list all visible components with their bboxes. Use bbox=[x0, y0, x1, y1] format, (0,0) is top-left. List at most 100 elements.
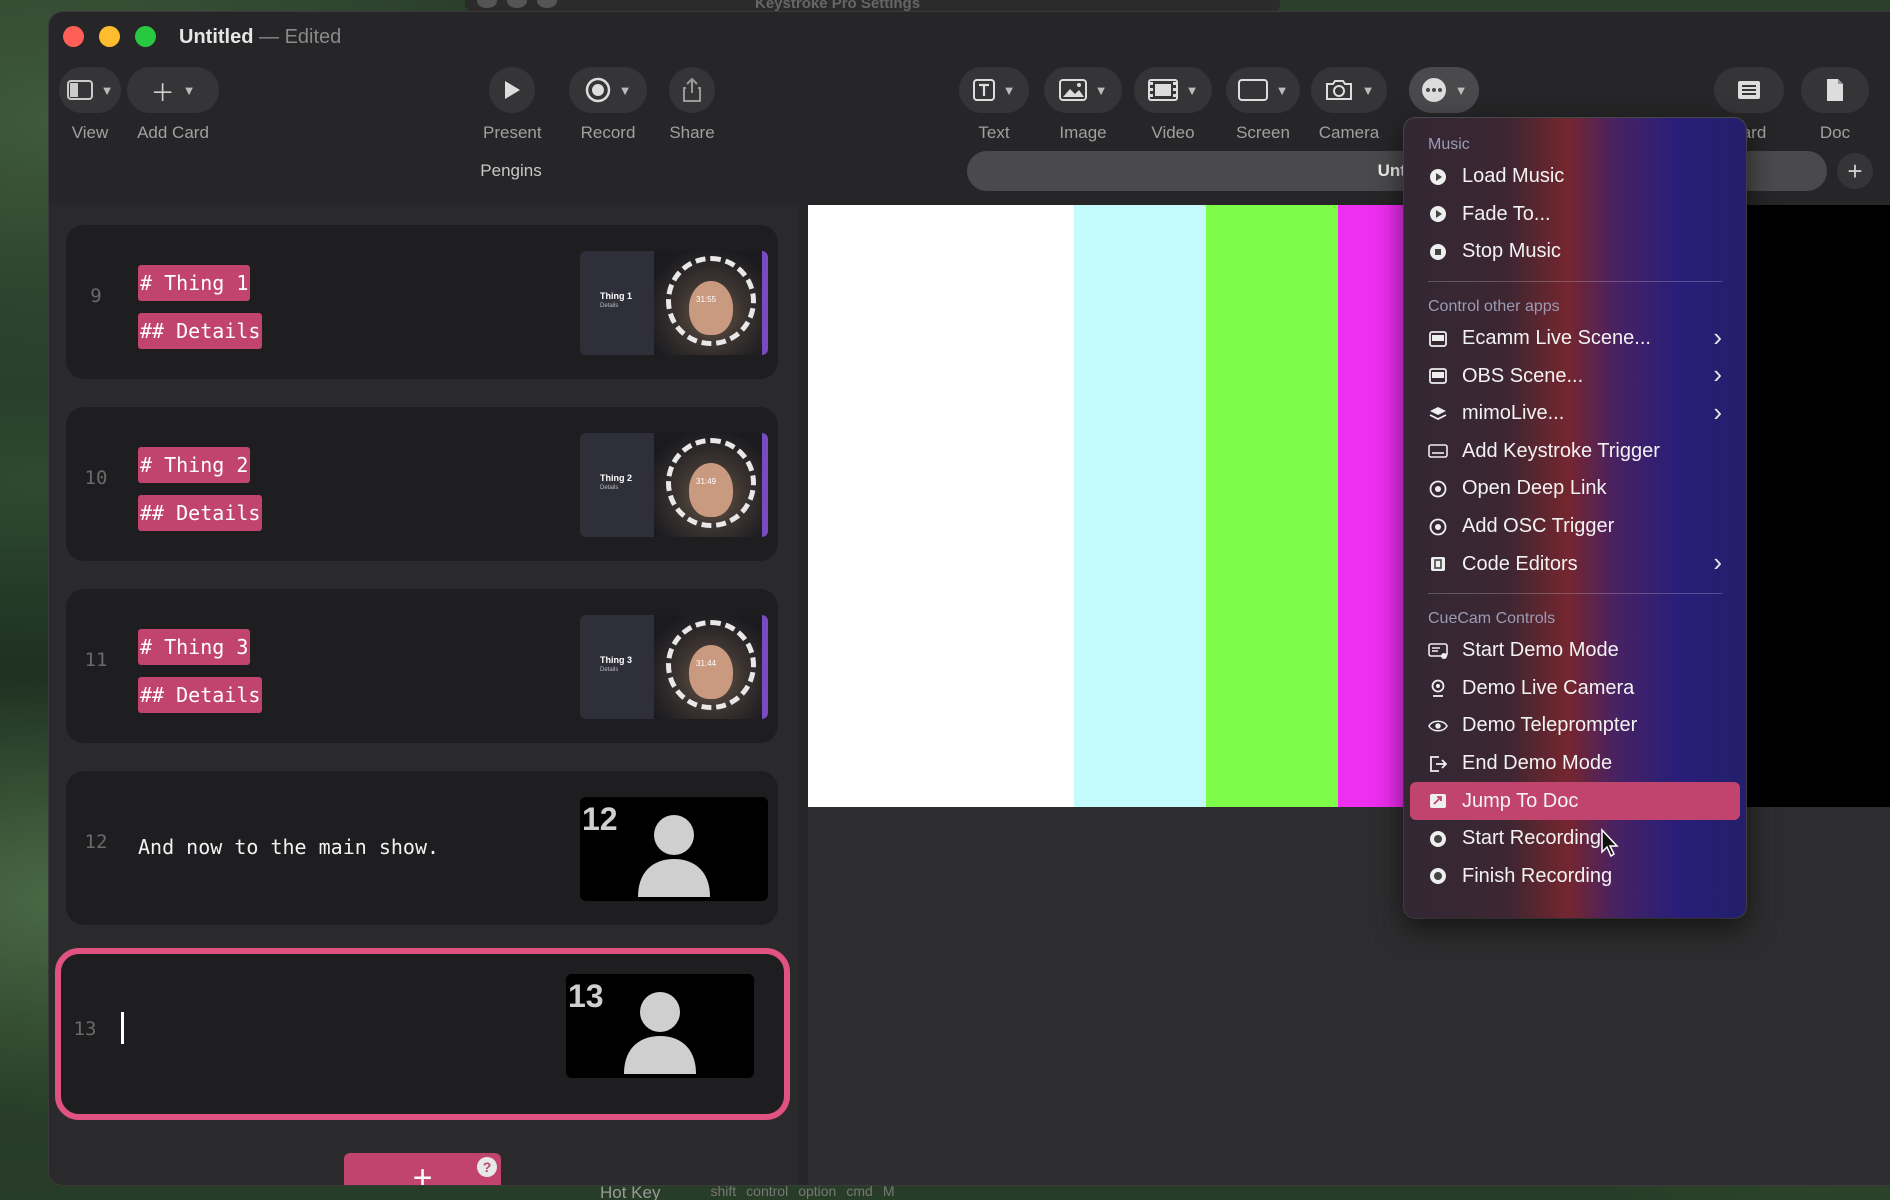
camera-icon bbox=[1325, 80, 1352, 100]
menu-item-start-demo-mode[interactable]: Start Demo Mode bbox=[1404, 632, 1746, 670]
background-window-title: Keystroke Pro Settings bbox=[755, 0, 921, 12]
card-thumbnail: 12 bbox=[580, 797, 768, 901]
menu-item-label: Demo Teleprompter bbox=[1462, 714, 1638, 737]
background-hotkey-bar: Hot Key shift control option cmd M bbox=[600, 1183, 895, 1200]
menu-item-start-recording[interactable]: Start Recording bbox=[1404, 820, 1746, 858]
menu-item-demo-live-camera[interactable]: Demo Live Camera bbox=[1404, 670, 1746, 708]
screen-icon bbox=[1237, 79, 1268, 101]
menu-item-code-editors[interactable]: Code Editors › bbox=[1404, 545, 1746, 583]
chevron-right-icon: › bbox=[1713, 321, 1722, 352]
target-icon bbox=[1428, 517, 1448, 537]
present-tool: Present bbox=[483, 67, 542, 143]
menu-item-label: Add Keystroke Trigger bbox=[1462, 439, 1660, 462]
list-icon bbox=[1738, 81, 1760, 99]
window-title: Untitled — Edited bbox=[179, 26, 342, 48]
chevron-down-icon: ▼ bbox=[1002, 82, 1016, 98]
doc-tool: Doc bbox=[1801, 67, 1869, 143]
menu-item-fade-to[interactable]: Fade To... bbox=[1404, 196, 1746, 234]
view-button[interactable]: ▼ bbox=[59, 67, 121, 113]
menu-item-obs-scene[interactable]: OBS Scene... › bbox=[1404, 357, 1746, 395]
card-script[interactable]: # Thing 2 ## Details bbox=[138, 447, 263, 543]
view-tool: ▼ View bbox=[59, 67, 121, 143]
menu-item-end-demo-mode[interactable]: End Demo Mode bbox=[1404, 745, 1746, 783]
chevron-right-icon: › bbox=[1713, 396, 1722, 427]
actions-menu: Music Load Music Fade To... Stop Music Contr… bbox=[1404, 118, 1746, 918]
menu-item-ecamm-live-scene[interactable]: Ecamm Live Scene... › bbox=[1404, 320, 1746, 358]
record-icon bbox=[1428, 829, 1448, 849]
card-script[interactable]: # Thing 1 ## Details bbox=[138, 265, 263, 361]
card-13[interactable]: 13 13 bbox=[55, 948, 790, 1120]
text-button[interactable]: ▼ bbox=[959, 67, 1029, 113]
chevron-down-icon: ▼ bbox=[1094, 82, 1108, 98]
image-button[interactable]: ▼ bbox=[1044, 67, 1122, 113]
color-bar bbox=[808, 205, 1074, 807]
menu-item-label: Demo Live Camera bbox=[1462, 676, 1635, 699]
record-icon bbox=[1428, 866, 1448, 886]
menu-item-label: Stop Music bbox=[1462, 240, 1561, 263]
zoom-button[interactable] bbox=[135, 26, 156, 47]
present-button[interactable] bbox=[489, 67, 536, 113]
card-list: 9 # Thing 1 ## Details Thing 1 Details 31… bbox=[49, 205, 799, 1185]
close-button[interactable] bbox=[63, 26, 84, 47]
menu-item-jump-to-doc[interactable]: Jump To Doc bbox=[1410, 782, 1740, 820]
menu-item-label: End Demo Mode bbox=[1462, 752, 1613, 775]
help-badge[interactable]: ? bbox=[477, 1157, 497, 1177]
doc-button[interactable] bbox=[1801, 67, 1869, 113]
record-icon bbox=[585, 77, 610, 103]
document-icon bbox=[1827, 79, 1843, 101]
card-9[interactable]: 9 # Thing 1 ## Details Thing 1 Details 31… bbox=[66, 225, 778, 379]
more-actions-button[interactable]: ▼ bbox=[1409, 67, 1479, 113]
camera-tool: ▼ Camera bbox=[1311, 67, 1387, 143]
webcam-icon bbox=[1428, 678, 1448, 698]
record-button[interactable]: ▼ bbox=[569, 67, 647, 113]
menu-section-header: CueCam Controls bbox=[1428, 609, 1556, 627]
camera-preview: 31:49 bbox=[654, 433, 768, 537]
share-button[interactable] bbox=[669, 67, 715, 113]
photo-icon bbox=[1058, 79, 1087, 101]
menu-separator bbox=[1428, 592, 1722, 594]
chevron-down-icon: ▼ bbox=[100, 82, 114, 98]
menu-item-label: Jump To Doc bbox=[1462, 789, 1579, 812]
color-bar bbox=[1734, 205, 1890, 807]
menu-section-header: Control other apps bbox=[1428, 297, 1560, 315]
add-card-toolbar-button[interactable]: ＋ ▼ bbox=[127, 67, 219, 113]
minimize-button[interactable] bbox=[99, 26, 120, 47]
tab-pengins[interactable]: Pengins bbox=[61, 151, 961, 191]
menu-separator bbox=[1428, 280, 1722, 282]
doc-jump-icon bbox=[1428, 791, 1448, 811]
menu-item-add-osc-trigger[interactable]: Add OSC Trigger bbox=[1404, 508, 1746, 546]
card-script[interactable]: And now to the main show. bbox=[138, 835, 439, 859]
card-11[interactable]: 11 # Thing 3 ## Details Thing 3 Details 3… bbox=[66, 589, 778, 743]
target-icon bbox=[1428, 479, 1448, 499]
video-button[interactable]: ▼ bbox=[1134, 67, 1212, 113]
board-button[interactable] bbox=[1714, 67, 1784, 113]
text-box-icon bbox=[972, 79, 995, 101]
menu-item-label: OBS Scene... bbox=[1462, 364, 1584, 387]
menu-item-open-deep-link[interactable]: Open Deep Link bbox=[1404, 470, 1746, 508]
menu-item-label: Ecamm Live Scene... bbox=[1462, 327, 1651, 350]
menu-item-demo-teleprompter[interactable]: Demo Teleprompter bbox=[1404, 707, 1746, 745]
color-bar bbox=[1074, 205, 1206, 807]
stop-circle-icon bbox=[1428, 242, 1448, 262]
code-icon bbox=[1428, 554, 1448, 574]
menu-item-stop-music[interactable]: Stop Music bbox=[1404, 233, 1746, 271]
add-card-button[interactable]: + ? bbox=[344, 1153, 501, 1185]
menu-item-add-keystroke-trigger[interactable]: Add Keystroke Trigger bbox=[1404, 433, 1746, 471]
menu-item-label: Open Deep Link bbox=[1462, 477, 1607, 500]
menu-item-label: Finish Recording bbox=[1462, 864, 1613, 887]
record-tool: ▼ Record bbox=[569, 67, 647, 143]
card-12[interactable]: 12 And now to the main show. 12 bbox=[66, 771, 778, 925]
menu-item-finish-recording[interactable]: Finish Recording bbox=[1404, 858, 1746, 896]
menu-item-label: Add OSC Trigger bbox=[1462, 515, 1615, 538]
add-card-tool: ＋ ▼ Add Card bbox=[127, 67, 219, 143]
window-controls bbox=[63, 26, 156, 47]
menu-item-load-music[interactable]: Load Music bbox=[1404, 158, 1746, 196]
card-script[interactable]: # Thing 3 ## Details bbox=[138, 629, 263, 725]
camera-button[interactable]: ▼ bbox=[1311, 67, 1387, 113]
camera-preview: 31:44 bbox=[654, 615, 768, 719]
screen-button[interactable]: ▼ bbox=[1226, 67, 1300, 113]
menu-item-mimolive[interactable]: mimoLive... › bbox=[1404, 395, 1746, 433]
new-tab-button[interactable]: + bbox=[1837, 153, 1873, 189]
person-icon bbox=[638, 815, 710, 897]
card-10[interactable]: 10 # Thing 2 ## Details Thing 2 Details 3… bbox=[66, 407, 778, 561]
